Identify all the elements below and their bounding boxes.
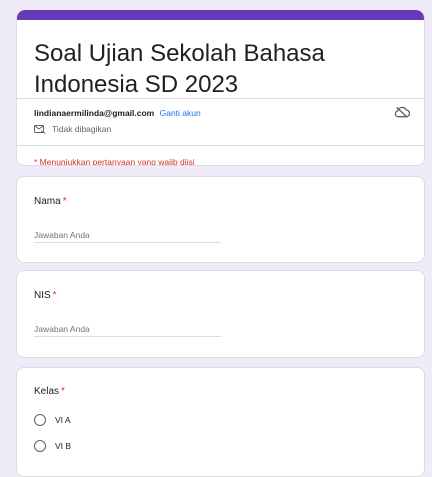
account-email: lindianaermilinda@gmail.com	[34, 108, 155, 118]
nis-answer-input[interactable]	[34, 322, 221, 337]
radio-option-label: VI A	[55, 415, 71, 425]
radio-option-vi-a[interactable]: VI A	[34, 414, 71, 426]
radio-button[interactable]	[34, 414, 46, 426]
radio-button[interactable]	[34, 440, 46, 452]
nama-answer-input[interactable]	[34, 228, 221, 243]
required-asterisk: *	[52, 290, 57, 301]
question-card-nama: Nama *	[16, 176, 425, 263]
switch-account-link[interactable]: Ganti akun	[160, 108, 201, 118]
question-title: NIS	[34, 290, 51, 301]
question-label: Nama *	[34, 196, 67, 207]
divider	[17, 98, 424, 99]
cloud-offline-icon[interactable]	[394, 106, 410, 118]
question-label: NIS *	[34, 290, 57, 301]
radio-option-vi-b[interactable]: VI B	[34, 440, 71, 452]
required-note: * Menunjukkan pertanyaan yang wajib diis…	[34, 157, 195, 166]
account-row: lindianaermilinda@gmail.com Ganti akun	[34, 108, 201, 118]
question-label: Kelas *	[34, 386, 65, 397]
question-card-kelas: Kelas * VI A VI B	[16, 367, 425, 477]
question-title: Nama	[34, 196, 61, 207]
question-title: Kelas	[34, 386, 60, 397]
radio-option-label: VI B	[55, 441, 72, 451]
required-asterisk: *	[62, 196, 67, 207]
form-title: Soal Ujian Sekolah Bahasa Indonesia SD 2…	[34, 40, 325, 98]
accent-bar	[17, 10, 424, 20]
not-shared-label: Tidak dibagikan	[52, 124, 112, 134]
required-asterisk: *	[61, 386, 65, 397]
form-header-card: Soal Ujian Sekolah Bahasa Indonesia SD 2…	[16, 10, 425, 166]
share-status: Tidak dibagikan	[34, 124, 111, 134]
question-card-nis: NIS *	[16, 270, 425, 358]
divider	[17, 145, 424, 146]
not-shared-icon	[34, 125, 46, 134]
